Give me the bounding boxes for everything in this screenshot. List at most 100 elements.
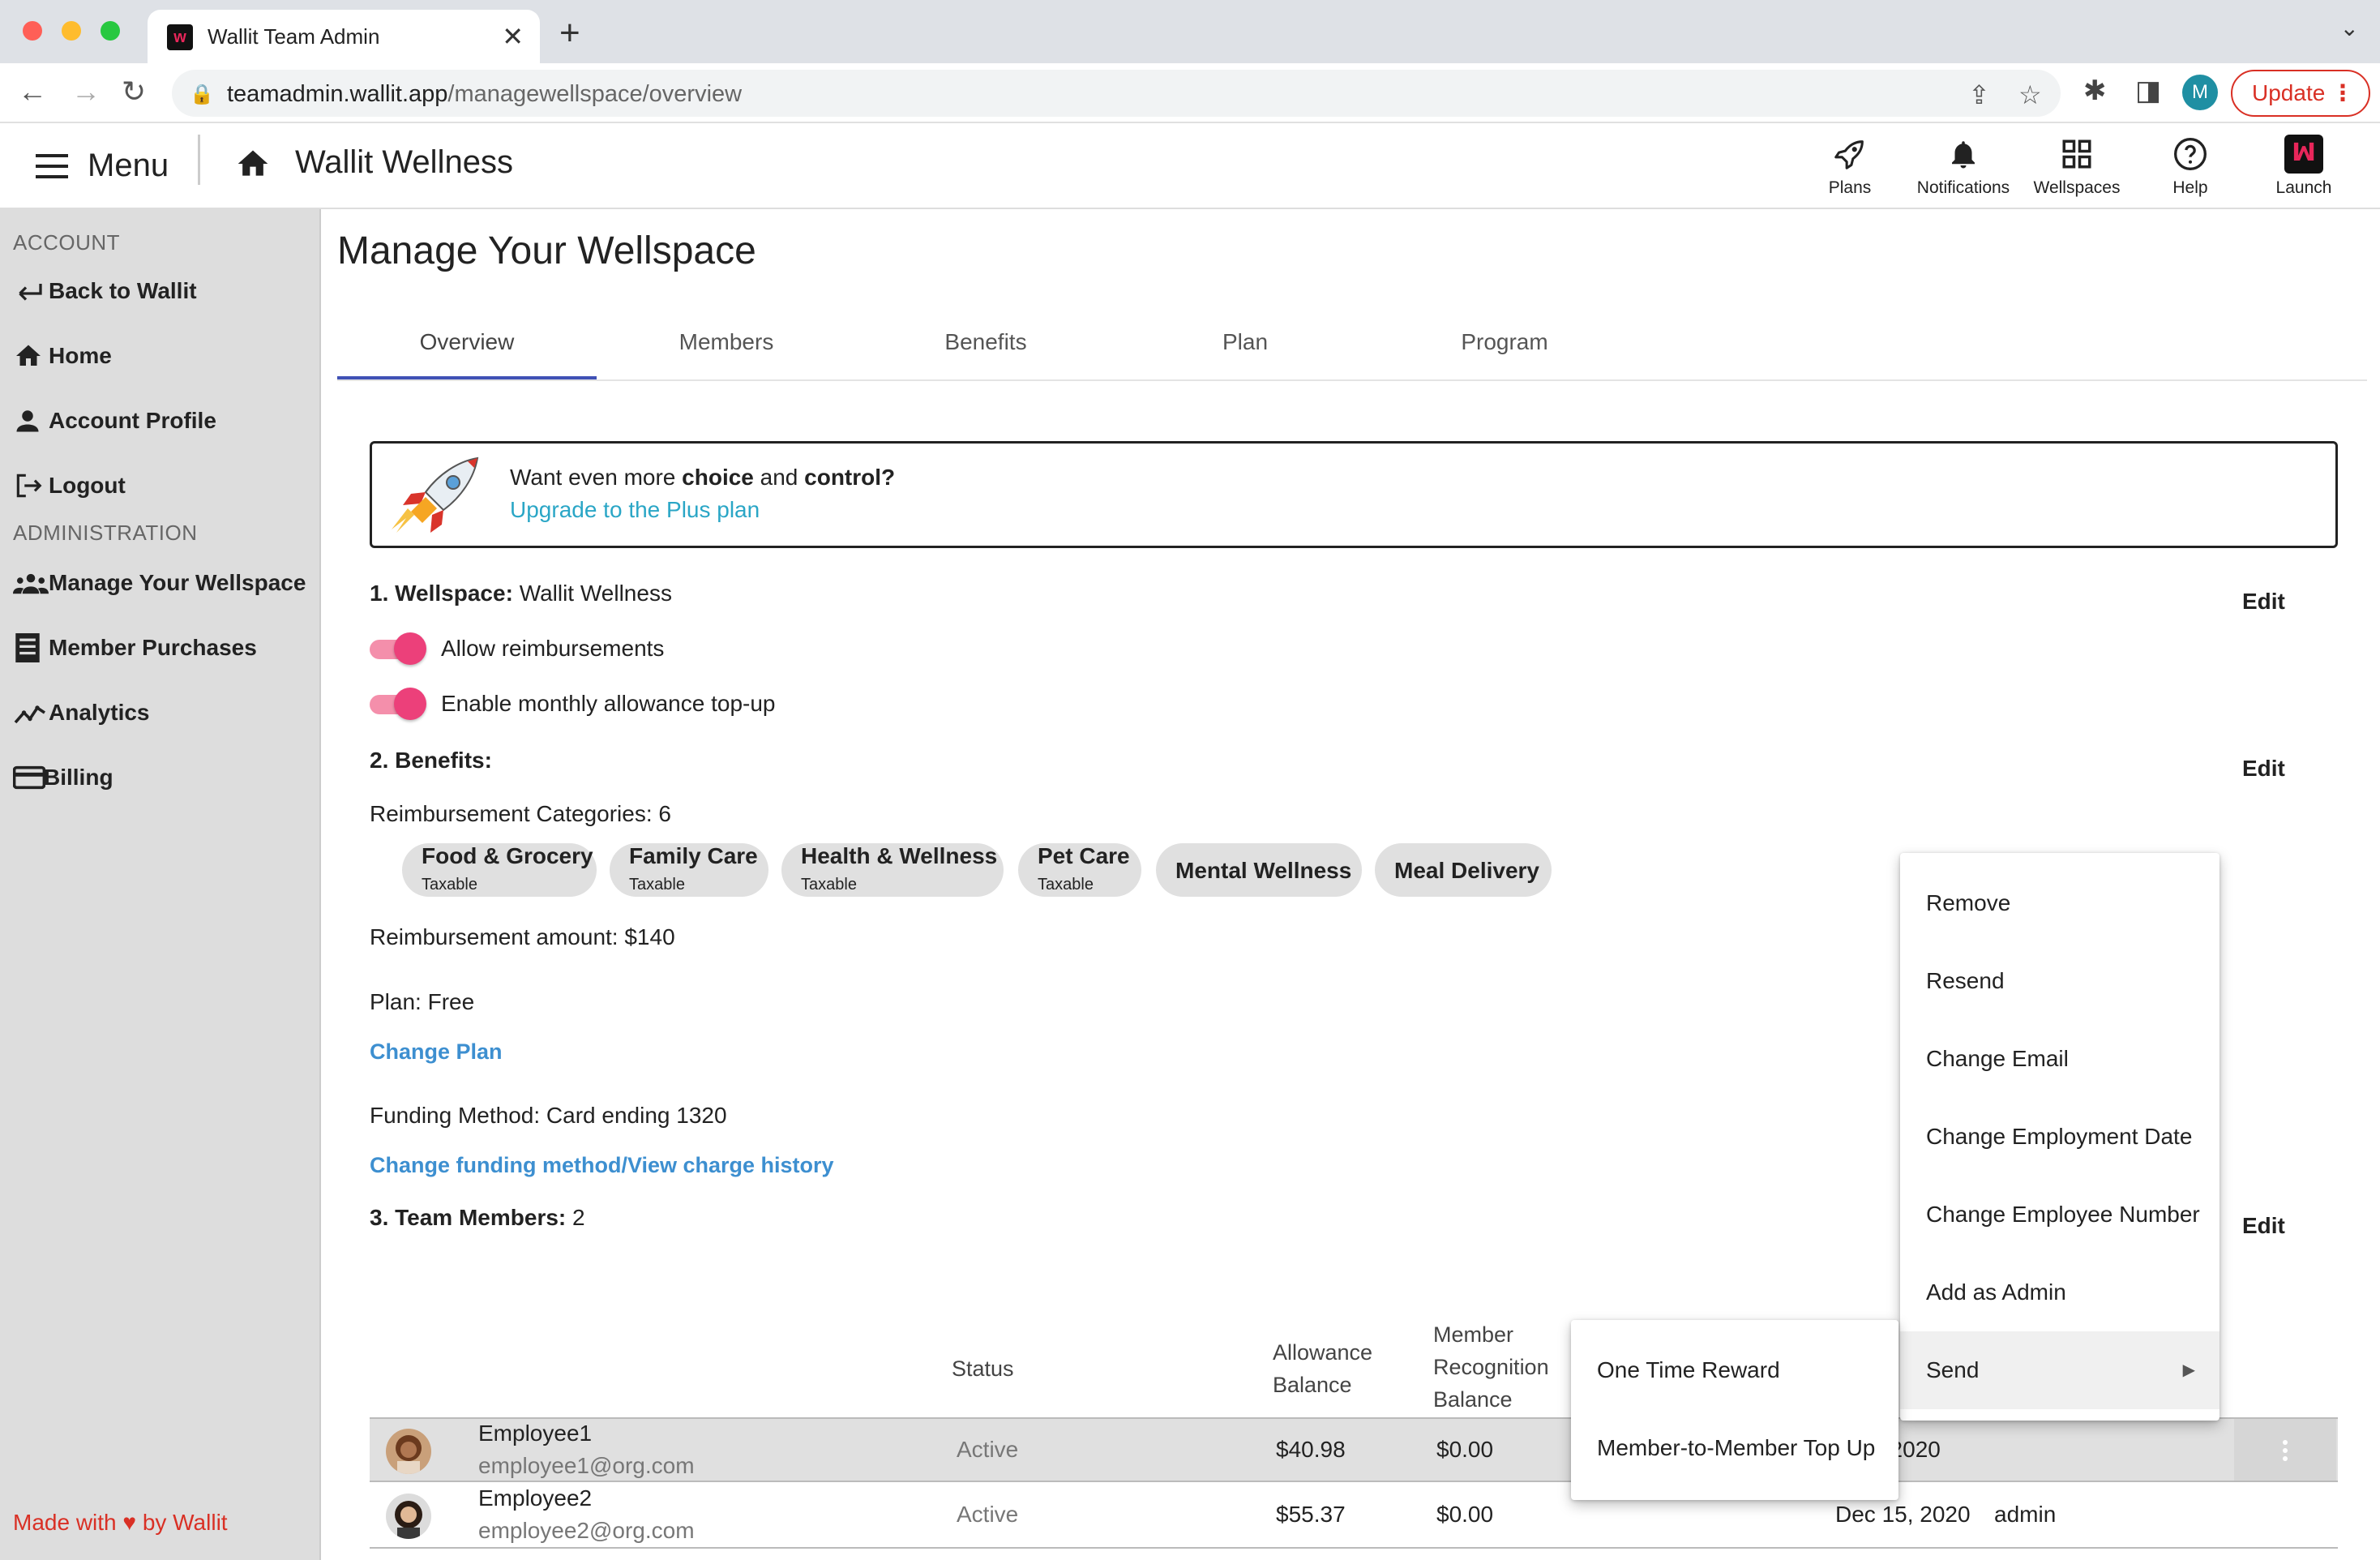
profile-avatar[interactable]: M bbox=[2182, 75, 2218, 110]
extensions-puzzle-icon[interactable]: ✱ bbox=[2083, 75, 2107, 107]
hamburger-icon bbox=[36, 154, 68, 178]
edit-team-button[interactable]: Edit bbox=[2242, 1213, 2285, 1239]
header-launch-label: Launch bbox=[2275, 178, 2332, 197]
category-chip[interactable]: Mental Wellness bbox=[1156, 843, 1362, 897]
header-plans[interactable]: Plans bbox=[1793, 133, 1907, 198]
menu-item-add-as-admin[interactable]: Add as Admin bbox=[1900, 1254, 2219, 1331]
recognition-balance: $0.00 bbox=[1436, 1502, 1494, 1527]
header-plans-label: Plans bbox=[1828, 178, 1872, 197]
sidebar-item-billing[interactable]: Billing bbox=[13, 757, 113, 798]
edit-benefits-button[interactable]: Edit bbox=[2242, 756, 2285, 782]
table-row[interactable]: Employee1 employee1@org.com Active $40.9… bbox=[370, 1417, 2338, 1482]
menu-item-change-email[interactable]: Change Email bbox=[1900, 1020, 2219, 1098]
share-icon[interactable]: ⇪ bbox=[1968, 79, 1990, 110]
banner-text: Want even more choice and control? bbox=[510, 465, 896, 490]
employee-status: Active bbox=[957, 1502, 1019, 1527]
category-chip[interactable]: Health & Wellness Taxable bbox=[781, 843, 1004, 897]
employee-name: Employee1 bbox=[478, 1421, 593, 1446]
tab-program[interactable]: Program bbox=[1375, 329, 1634, 355]
submenu-arrow-icon: ▶ bbox=[2182, 1361, 2195, 1379]
allowance-balance: $40.98 bbox=[1276, 1437, 1346, 1462]
category-chip[interactable]: Pet Care Taxable bbox=[1018, 843, 1141, 897]
tab-overview[interactable]: Overview bbox=[337, 329, 597, 355]
category-chip[interactable]: Food & Grocery Taxable bbox=[402, 843, 597, 897]
row-actions-kebab-icon[interactable] bbox=[2234, 1419, 2336, 1481]
close-tab-icon[interactable]: ✕ bbox=[502, 21, 524, 52]
header-launch[interactable]: ꟽ Launch bbox=[2247, 133, 2361, 198]
people-icon bbox=[13, 573, 49, 594]
page-title: Manage Your Wellspace bbox=[337, 229, 756, 272]
rocket-illustration-icon bbox=[392, 456, 479, 533]
header-notifications-label: Notifications bbox=[1916, 178, 2010, 197]
change-plan-link[interactable]: Change Plan bbox=[370, 1039, 503, 1065]
window-close-button[interactable] bbox=[23, 21, 42, 41]
chip-tag: Taxable bbox=[629, 876, 685, 894]
window-minimize-button[interactable] bbox=[62, 21, 81, 41]
allow-reimbursements-toggle[interactable] bbox=[370, 632, 426, 665]
new-tab-icon[interactable]: + bbox=[559, 13, 580, 54]
footer-suffix: by Wallit bbox=[142, 1510, 228, 1535]
column-header-status: Status bbox=[952, 1356, 1014, 1381]
upgrade-plan-link[interactable]: Upgrade to the Plus plan bbox=[510, 497, 760, 523]
change-funding-link[interactable]: Change funding method/View charge histor… bbox=[370, 1153, 834, 1178]
menu-item-change-employee-number[interactable]: Change Employee Number bbox=[1900, 1176, 2219, 1254]
tab-search-chevron-icon[interactable]: ⌄ bbox=[2340, 15, 2359, 41]
column-header-allowance: Allowance Balance bbox=[1273, 1340, 1373, 1397]
logout-icon bbox=[16, 474, 42, 498]
tab-members[interactable]: Members bbox=[597, 329, 856, 355]
menu-item-resend[interactable]: Resend bbox=[1900, 942, 2219, 1020]
chip-name: Pet Care bbox=[1038, 843, 1130, 868]
category-chip[interactable]: Meal Delivery bbox=[1375, 843, 1552, 897]
employee-role: admin bbox=[1994, 1502, 2057, 1527]
sidebar-item-account-profile[interactable]: Account Profile bbox=[13, 401, 216, 441]
update-button[interactable]: Update ⋮ bbox=[2231, 70, 2370, 117]
sidebar-item-analytics[interactable]: Analytics bbox=[13, 692, 150, 733]
column-header-recognition: Member Recognition Balance bbox=[1433, 1322, 1549, 1412]
made-with-footer: Made with ♥ by Wallit bbox=[13, 1510, 228, 1536]
window-zoom-button[interactable] bbox=[101, 21, 120, 41]
sidebar-item-logout[interactable]: Logout bbox=[13, 465, 126, 506]
submenu-item-one-time-reward[interactable]: One Time Reward bbox=[1571, 1331, 1898, 1409]
lock-icon: 🔒 bbox=[190, 84, 214, 105]
footer-prefix: Made with bbox=[13, 1510, 117, 1535]
back-icon[interactable]: ← bbox=[18, 75, 47, 109]
tab-plan[interactable]: Plan bbox=[1115, 329, 1375, 355]
bookmark-star-icon[interactable]: ☆ bbox=[2018, 79, 2042, 110]
header-help[interactable]: Help bbox=[2134, 133, 2247, 198]
plan-text: Plan: Free bbox=[370, 989, 475, 1014]
category-chip[interactable]: Family Care Taxable bbox=[610, 843, 768, 897]
benefits-heading: 2. Benefits: bbox=[370, 748, 492, 773]
browser-tab[interactable]: w Wallit Team Admin ✕ bbox=[148, 10, 540, 63]
back-arrow-icon bbox=[19, 284, 42, 301]
tab-benefits[interactable]: Benefits bbox=[856, 329, 1115, 355]
header-help-label: Help bbox=[2172, 178, 2208, 197]
menu-item-remove[interactable]: Remove bbox=[1900, 864, 2219, 942]
sidebar-item-back-to-wallit[interactable]: Back to Wallit bbox=[13, 271, 197, 311]
chip-name: Mental Wellness bbox=[1175, 858, 1352, 883]
sidebar-item-label: Member Purchases bbox=[49, 635, 257, 660]
side-panel-icon[interactable]: ◨ bbox=[2135, 75, 2161, 107]
sidebar-item-home[interactable]: Home bbox=[13, 336, 112, 376]
analytics-icon bbox=[14, 705, 45, 724]
upgrade-banner: Want even more choice and control? Upgra… bbox=[370, 441, 2338, 548]
header-wellspaces[interactable]: Wellspaces bbox=[2020, 133, 2134, 198]
submenu-item-member-top-up[interactable]: Member-to-Member Top Up bbox=[1571, 1409, 1898, 1487]
home-icon[interactable] bbox=[235, 146, 271, 182]
sidebar-item-label: Manage Your Wellspace bbox=[49, 570, 306, 595]
edit-wellspace-button[interactable]: Edit bbox=[2242, 589, 2285, 615]
wallit-logo-icon: ꟽ bbox=[2284, 135, 2323, 174]
sidebar-item-member-purchases[interactable]: Member Purchases bbox=[13, 628, 257, 668]
menu-item-change-employment-date[interactable]: Change Employment Date bbox=[1900, 1098, 2219, 1176]
table-row[interactable]: Employee2 employee2@org.com Active $55.3… bbox=[370, 1484, 2338, 1549]
sidebar-item-manage-wellspace[interactable]: Manage Your Wellspace bbox=[13, 563, 306, 603]
header-notifications[interactable]: Notifications bbox=[1907, 133, 2020, 198]
menu-label: Menu bbox=[88, 148, 169, 183]
active-tab-indicator bbox=[337, 376, 597, 379]
reload-icon[interactable]: ↻ bbox=[122, 75, 146, 109]
url-input[interactable]: 🔒 teamadmin.wallit.app/managewellspace/o… bbox=[172, 70, 2061, 117]
grid-icon bbox=[2062, 139, 2091, 169]
forward-icon[interactable]: → bbox=[71, 75, 101, 109]
monthly-topup-toggle[interactable] bbox=[370, 688, 426, 720]
reimbursement-amount: Reimbursement amount: $140 bbox=[370, 924, 675, 949]
menu-item-send[interactable]: Send ▶ bbox=[1900, 1331, 2219, 1409]
